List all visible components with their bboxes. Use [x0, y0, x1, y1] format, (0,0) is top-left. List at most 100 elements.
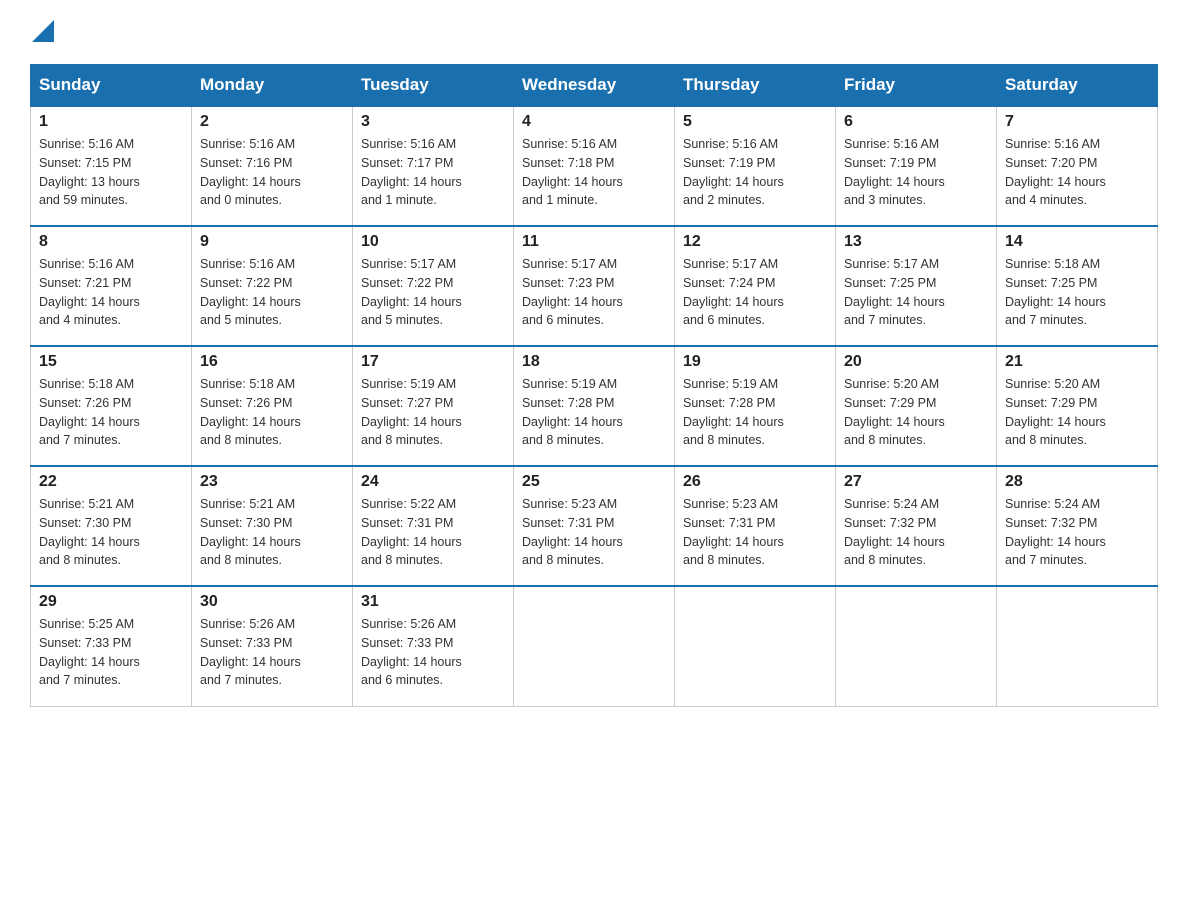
calendar-cell: 2 Sunrise: 5:16 AMSunset: 7:16 PMDayligh… — [192, 106, 353, 226]
day-info: Sunrise: 5:16 AMSunset: 7:22 PMDaylight:… — [200, 255, 344, 330]
day-info: Sunrise: 5:17 AMSunset: 7:22 PMDaylight:… — [361, 255, 505, 330]
day-info: Sunrise: 5:26 AMSunset: 7:33 PMDaylight:… — [361, 615, 505, 690]
logo-area — [30, 20, 54, 46]
day-number: 10 — [361, 233, 505, 251]
calendar-cell: 28 Sunrise: 5:24 AMSunset: 7:32 PMDaylig… — [997, 466, 1158, 586]
calendar-cell: 11 Sunrise: 5:17 AMSunset: 7:23 PMDaylig… — [514, 226, 675, 346]
calendar-cell: 12 Sunrise: 5:17 AMSunset: 7:24 PMDaylig… — [675, 226, 836, 346]
day-info: Sunrise: 5:23 AMSunset: 7:31 PMDaylight:… — [522, 495, 666, 570]
day-number: 29 — [39, 593, 183, 611]
day-number: 30 — [200, 593, 344, 611]
weekday-header-row: SundayMondayTuesdayWednesdayThursdayFrid… — [31, 65, 1158, 107]
logo — [30, 20, 54, 46]
day-info: Sunrise: 5:16 AMSunset: 7:21 PMDaylight:… — [39, 255, 183, 330]
day-info: Sunrise: 5:21 AMSunset: 7:30 PMDaylight:… — [200, 495, 344, 570]
calendar-cell: 10 Sunrise: 5:17 AMSunset: 7:22 PMDaylig… — [353, 226, 514, 346]
day-number: 24 — [361, 473, 505, 491]
day-number: 25 — [522, 473, 666, 491]
day-number: 17 — [361, 353, 505, 371]
weekday-header-sunday: Sunday — [31, 65, 192, 107]
calendar-cell: 15 Sunrise: 5:18 AMSunset: 7:26 PMDaylig… — [31, 346, 192, 466]
calendar-cell: 8 Sunrise: 5:16 AMSunset: 7:21 PMDayligh… — [31, 226, 192, 346]
day-number: 20 — [844, 353, 988, 371]
day-info: Sunrise: 5:17 AMSunset: 7:24 PMDaylight:… — [683, 255, 827, 330]
calendar-cell: 9 Sunrise: 5:16 AMSunset: 7:22 PMDayligh… — [192, 226, 353, 346]
day-number: 3 — [361, 113, 505, 131]
calendar-cell: 23 Sunrise: 5:21 AMSunset: 7:30 PMDaylig… — [192, 466, 353, 586]
day-info: Sunrise: 5:19 AMSunset: 7:27 PMDaylight:… — [361, 375, 505, 450]
day-info: Sunrise: 5:16 AMSunset: 7:18 PMDaylight:… — [522, 135, 666, 210]
weekday-header-tuesday: Tuesday — [353, 65, 514, 107]
day-number: 12 — [683, 233, 827, 251]
calendar-cell: 1 Sunrise: 5:16 AMSunset: 7:15 PMDayligh… — [31, 106, 192, 226]
calendar-cell: 16 Sunrise: 5:18 AMSunset: 7:26 PMDaylig… — [192, 346, 353, 466]
calendar-cell: 18 Sunrise: 5:19 AMSunset: 7:28 PMDaylig… — [514, 346, 675, 466]
page-header — [30, 20, 1158, 46]
day-number: 21 — [1005, 353, 1149, 371]
logo-triangle-icon — [32, 20, 54, 42]
day-info: Sunrise: 5:19 AMSunset: 7:28 PMDaylight:… — [683, 375, 827, 450]
calendar-cell — [836, 586, 997, 706]
calendar-cell: 31 Sunrise: 5:26 AMSunset: 7:33 PMDaylig… — [353, 586, 514, 706]
calendar-cell — [997, 586, 1158, 706]
day-info: Sunrise: 5:17 AMSunset: 7:23 PMDaylight:… — [522, 255, 666, 330]
day-info: Sunrise: 5:24 AMSunset: 7:32 PMDaylight:… — [1005, 495, 1149, 570]
day-info: Sunrise: 5:18 AMSunset: 7:26 PMDaylight:… — [39, 375, 183, 450]
logo-text — [30, 20, 54, 46]
calendar-cell: 3 Sunrise: 5:16 AMSunset: 7:17 PMDayligh… — [353, 106, 514, 226]
day-number: 18 — [522, 353, 666, 371]
day-info: Sunrise: 5:16 AMSunset: 7:19 PMDaylight:… — [844, 135, 988, 210]
calendar-cell: 30 Sunrise: 5:26 AMSunset: 7:33 PMDaylig… — [192, 586, 353, 706]
day-info: Sunrise: 5:24 AMSunset: 7:32 PMDaylight:… — [844, 495, 988, 570]
day-number: 1 — [39, 113, 183, 131]
day-info: Sunrise: 5:17 AMSunset: 7:25 PMDaylight:… — [844, 255, 988, 330]
calendar-cell: 25 Sunrise: 5:23 AMSunset: 7:31 PMDaylig… — [514, 466, 675, 586]
calendar-cell — [675, 586, 836, 706]
day-info: Sunrise: 5:16 AMSunset: 7:16 PMDaylight:… — [200, 135, 344, 210]
calendar-week-1: 1 Sunrise: 5:16 AMSunset: 7:15 PMDayligh… — [31, 106, 1158, 226]
calendar-header: SundayMondayTuesdayWednesdayThursdayFrid… — [31, 65, 1158, 107]
calendar-cell: 4 Sunrise: 5:16 AMSunset: 7:18 PMDayligh… — [514, 106, 675, 226]
calendar-week-5: 29 Sunrise: 5:25 AMSunset: 7:33 PMDaylig… — [31, 586, 1158, 706]
day-number: 31 — [361, 593, 505, 611]
day-number: 4 — [522, 113, 666, 131]
calendar-cell — [514, 586, 675, 706]
day-info: Sunrise: 5:26 AMSunset: 7:33 PMDaylight:… — [200, 615, 344, 690]
day-number: 15 — [39, 353, 183, 371]
day-number: 6 — [844, 113, 988, 131]
day-number: 2 — [200, 113, 344, 131]
calendar-cell: 24 Sunrise: 5:22 AMSunset: 7:31 PMDaylig… — [353, 466, 514, 586]
day-info: Sunrise: 5:20 AMSunset: 7:29 PMDaylight:… — [844, 375, 988, 450]
day-number: 13 — [844, 233, 988, 251]
day-info: Sunrise: 5:18 AMSunset: 7:25 PMDaylight:… — [1005, 255, 1149, 330]
calendar-cell: 26 Sunrise: 5:23 AMSunset: 7:31 PMDaylig… — [675, 466, 836, 586]
calendar-cell: 7 Sunrise: 5:16 AMSunset: 7:20 PMDayligh… — [997, 106, 1158, 226]
day-info: Sunrise: 5:18 AMSunset: 7:26 PMDaylight:… — [200, 375, 344, 450]
calendar-body: 1 Sunrise: 5:16 AMSunset: 7:15 PMDayligh… — [31, 106, 1158, 706]
calendar-cell: 21 Sunrise: 5:20 AMSunset: 7:29 PMDaylig… — [997, 346, 1158, 466]
calendar-cell: 20 Sunrise: 5:20 AMSunset: 7:29 PMDaylig… — [836, 346, 997, 466]
day-number: 19 — [683, 353, 827, 371]
logo-blue-part — [32, 20, 54, 46]
calendar-cell: 27 Sunrise: 5:24 AMSunset: 7:32 PMDaylig… — [836, 466, 997, 586]
day-info: Sunrise: 5:22 AMSunset: 7:31 PMDaylight:… — [361, 495, 505, 570]
day-number: 11 — [522, 233, 666, 251]
weekday-header-wednesday: Wednesday — [514, 65, 675, 107]
day-number: 5 — [683, 113, 827, 131]
weekday-header-monday: Monday — [192, 65, 353, 107]
calendar-cell: 5 Sunrise: 5:16 AMSunset: 7:19 PMDayligh… — [675, 106, 836, 226]
day-number: 14 — [1005, 233, 1149, 251]
day-number: 16 — [200, 353, 344, 371]
day-info: Sunrise: 5:16 AMSunset: 7:15 PMDaylight:… — [39, 135, 183, 210]
day-info: Sunrise: 5:16 AMSunset: 7:20 PMDaylight:… — [1005, 135, 1149, 210]
calendar-cell: 14 Sunrise: 5:18 AMSunset: 7:25 PMDaylig… — [997, 226, 1158, 346]
calendar-cell: 17 Sunrise: 5:19 AMSunset: 7:27 PMDaylig… — [353, 346, 514, 466]
day-number: 23 — [200, 473, 344, 491]
day-info: Sunrise: 5:16 AMSunset: 7:19 PMDaylight:… — [683, 135, 827, 210]
day-info: Sunrise: 5:25 AMSunset: 7:33 PMDaylight:… — [39, 615, 183, 690]
calendar-cell: 19 Sunrise: 5:19 AMSunset: 7:28 PMDaylig… — [675, 346, 836, 466]
calendar-cell: 29 Sunrise: 5:25 AMSunset: 7:33 PMDaylig… — [31, 586, 192, 706]
calendar-week-2: 8 Sunrise: 5:16 AMSunset: 7:21 PMDayligh… — [31, 226, 1158, 346]
day-number: 7 — [1005, 113, 1149, 131]
calendar-cell: 13 Sunrise: 5:17 AMSunset: 7:25 PMDaylig… — [836, 226, 997, 346]
